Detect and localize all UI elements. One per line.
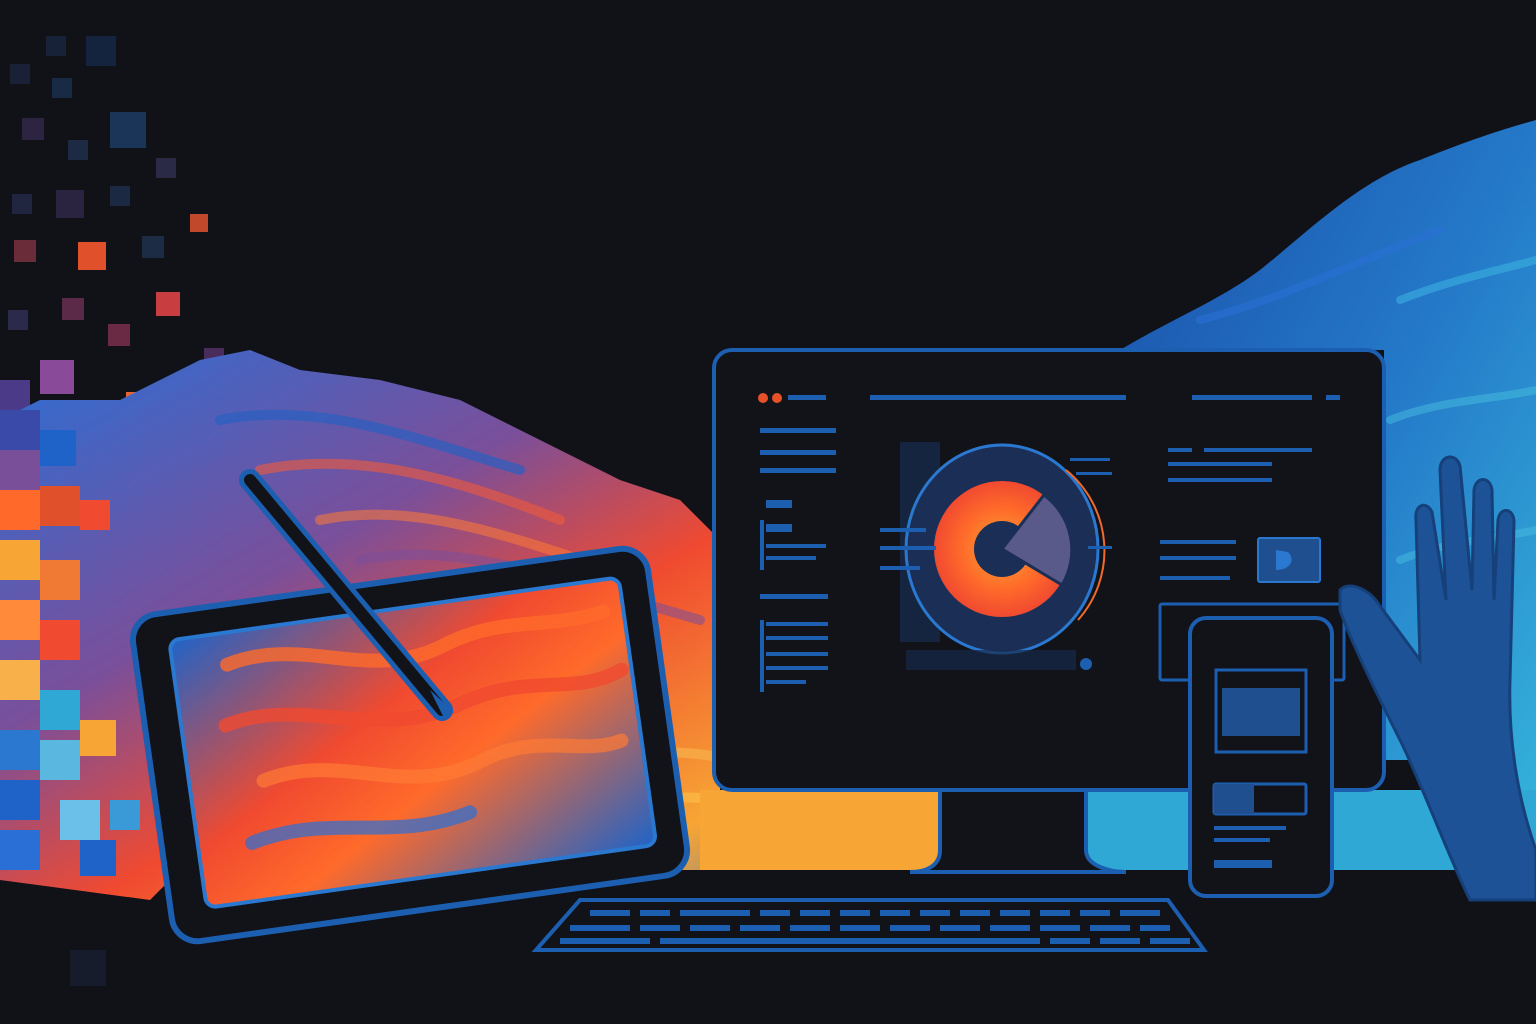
smartphone-icon — [1188, 616, 1334, 898]
top-bar-right — [1192, 395, 1312, 400]
top-bar-center — [870, 395, 1126, 400]
keyboard-icon — [531, 898, 1208, 952]
illustration-scene — [0, 36, 1536, 986]
mid-ground-band — [700, 790, 940, 870]
window-dot-red — [758, 393, 768, 403]
header-bar — [788, 395, 826, 400]
window-dot-orange — [772, 393, 782, 403]
tablet-icon — [129, 545, 691, 945]
